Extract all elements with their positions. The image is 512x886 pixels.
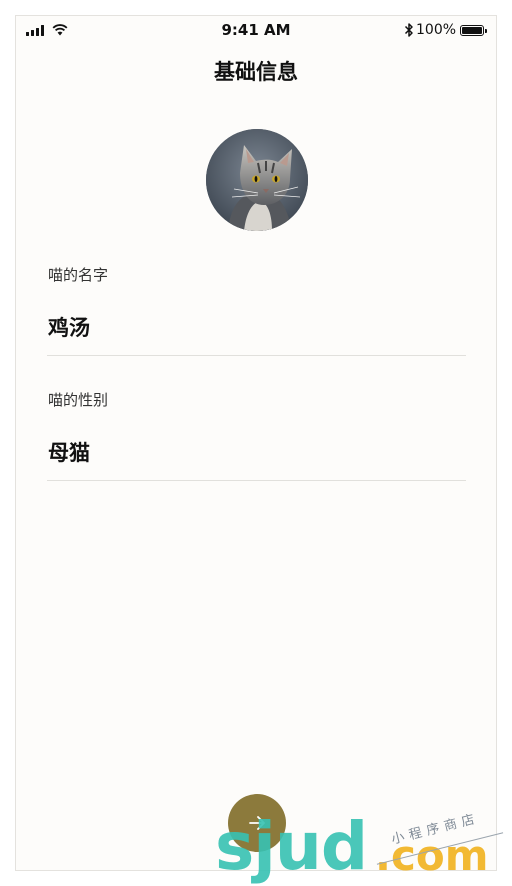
gender-label: 喵的性别: [48, 391, 109, 409]
arrow-right-icon: [249, 816, 265, 830]
next-button[interactable]: [228, 794, 286, 852]
status-bar: 9:41 AM 100%: [16, 16, 496, 46]
gender-divider: [47, 480, 466, 481]
gender-value[interactable]: 母猫: [48, 437, 90, 467]
name-divider: [47, 355, 466, 356]
battery-icon: [460, 25, 487, 36]
avatar[interactable]: [206, 129, 308, 231]
page-title: 基础信息: [214, 60, 298, 84]
battery-percentage: 100%: [416, 22, 457, 38]
phone-screen: 9:41 AM 100% 基础信息 喵的名字 鸡汤 喵的性别 母猫: [15, 15, 497, 871]
name-value[interactable]: 鸡汤: [48, 312, 90, 342]
name-label: 喵的名字: [48, 266, 109, 284]
bluetooth-icon: [404, 23, 413, 37]
cat-photo: [206, 129, 308, 231]
